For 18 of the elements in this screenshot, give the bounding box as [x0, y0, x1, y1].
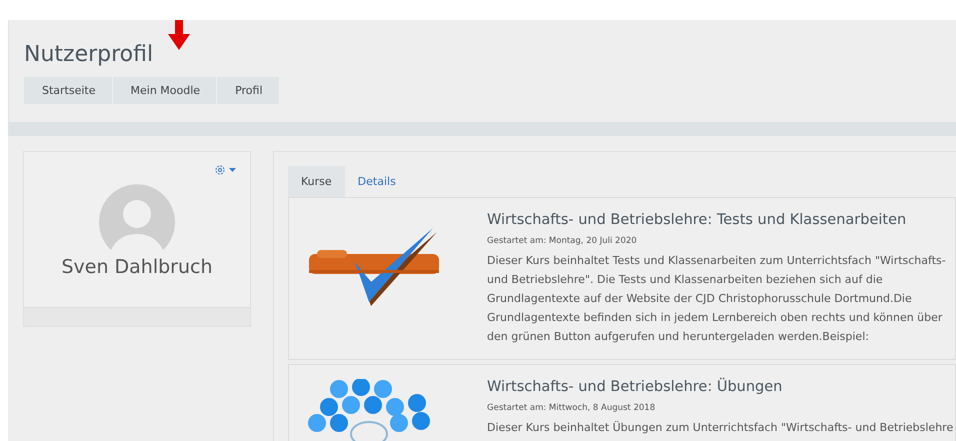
page-title: Nutzerprofil: [24, 42, 154, 67]
breadcrumb-link[interactable]: Startseite: [24, 77, 113, 104]
tab[interactable]: Details: [344, 166, 409, 197]
gear-icon: [214, 164, 226, 176]
start-date: Gestartet am: Montag, 20 Juli 2020: [487, 236, 638, 246]
course-description: Dieser Kurs beinhaltet Übungen zum Unterrichtsfach "Wirtschafts- und Betriebslehre: [487, 420, 954, 436]
caret-icon: [229, 168, 236, 172]
breadcrumb-link[interactable]: Mein Moodle: [112, 77, 218, 104]
avatar-icon: [99, 184, 175, 250]
start-date: Gestartet am: Mittwoch, 8 August 2018: [487, 403, 656, 413]
course-description: Dieser Kurs beinhaltet Tests und Klassenarbeiten zum Unterrichtsfach "Wirtschafts- und Betriebslehre". Die Tests und Klassenarbeiten beziehen sich auf die Grundlagentexte auf der Website der CJD Christophorusschule Dortmund.Die Grundlagentexte befinden sich in jedem Lernbereich oben rechts und können über den grünen Button aufgerufen und heruntergeladen werden.Beispiel:: [487, 253, 947, 345]
tab[interactable]: Kurse: [288, 166, 345, 197]
breadcrumb-link[interactable]: Profil: [217, 77, 280, 104]
course-title[interactable]: Wirtschafts- und Betriebslehre: Übungen: [487, 379, 955, 395]
arrow-icon: [168, 20, 190, 50]
user-name: Sven Dahlbruch: [61, 256, 213, 278]
settings-menu-button[interactable]: [214, 164, 236, 176]
course-title[interactable]: Wirtschafts- und Betriebslehre: Tests und Klassenarbeiten: [487, 212, 955, 228]
